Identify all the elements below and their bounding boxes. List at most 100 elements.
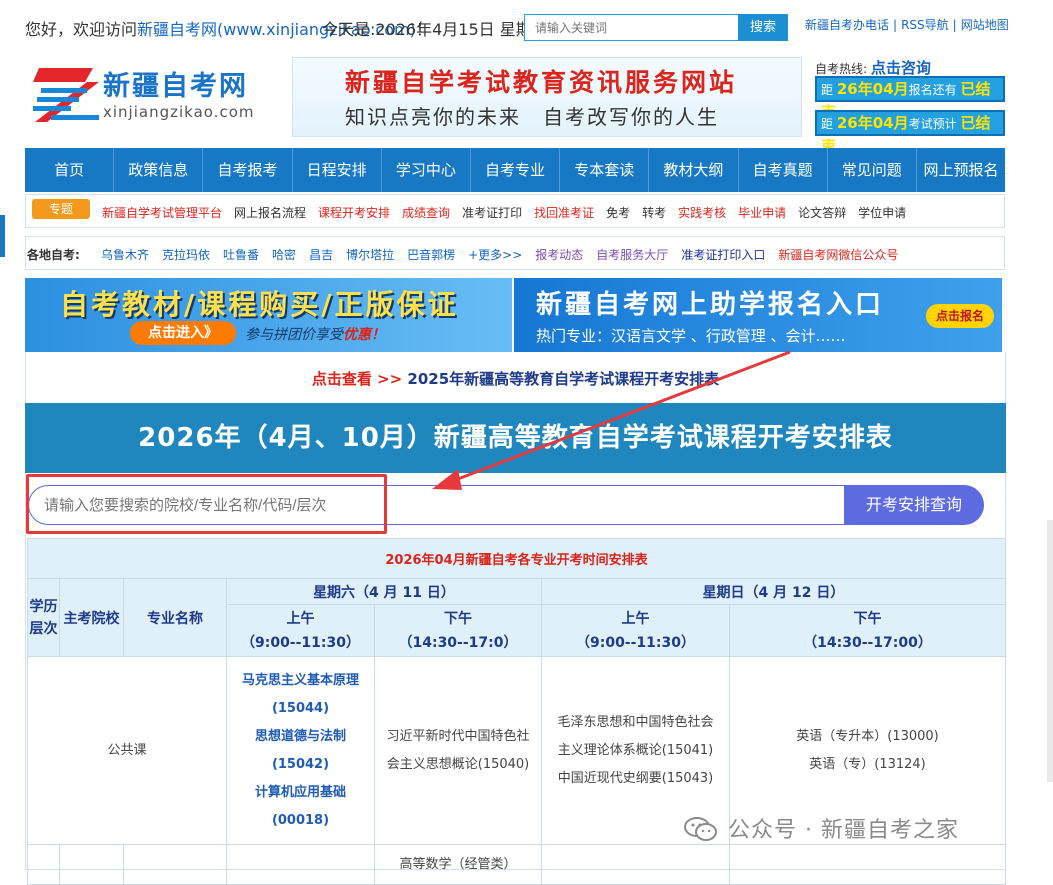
special-link[interactable]: 网上报名流程 xyxy=(234,206,306,220)
region-link[interactable]: 巴音郭楞 xyxy=(407,248,455,262)
d2-pm-header: 下午 （14:30--17:00） xyxy=(729,604,1006,657)
col-level: 学历层次 xyxy=(27,578,60,657)
search-button[interactable]: 搜索 xyxy=(738,14,788,41)
d2-pm-cell xyxy=(729,844,1006,885)
region-link[interactable]: 昌吉 xyxy=(309,248,333,262)
special-link[interactable]: 找回准考证 xyxy=(534,206,594,220)
d1-pm-cell: 习近平新时代中国特色社 会主义思想概论(15040) xyxy=(374,656,542,845)
am-label: 上午 xyxy=(621,610,650,627)
special-tag: 专题 xyxy=(32,199,90,219)
day1-header: 星期六（4 月 11 日） xyxy=(226,578,542,605)
pm-label: 下午 xyxy=(444,610,472,627)
cd-prefix: 距 xyxy=(821,83,834,97)
region-link[interactable]: 博尔塔拉 xyxy=(346,248,394,262)
region-link[interactable]: 哈密 xyxy=(272,248,296,262)
search-input[interactable] xyxy=(524,14,739,41)
special-link[interactable]: 免考 xyxy=(606,206,630,220)
link-text[interactable]: 2025年新疆高等教育自学考试课程开考安排表 xyxy=(402,370,719,388)
region-link[interactable]: +更多>> xyxy=(468,248,522,262)
nav-preregister[interactable]: 网上预报名 xyxy=(917,148,1005,192)
welcome-prefix: 您好，欢迎访问 xyxy=(25,20,138,39)
special-link[interactable]: 论文答辩 xyxy=(798,206,846,220)
table-caption: 2026年04月新疆自考各专业开考时间安排表 xyxy=(27,538,1006,579)
watermark: 公众号 · 新疆自考之家 xyxy=(728,818,959,843)
phone-link[interactable]: 新疆自考办电话 xyxy=(805,18,889,32)
region-link[interactable]: 新疆自考网微信公众号 xyxy=(778,248,898,262)
pm-label: 下午 xyxy=(853,610,882,627)
enroll-button[interactable]: 点击报名 xyxy=(926,304,994,328)
special-link[interactable]: 新疆自学考试管理平台 xyxy=(102,206,222,220)
region-link[interactable]: 吐鲁番 xyxy=(223,248,259,262)
course: 英语（专）(13124) xyxy=(809,756,926,772)
course: 中国近现代史纲要(15043) xyxy=(557,770,714,786)
date-text: 今天是:2026年4月15日 星期三 xyxy=(322,20,548,39)
region-link[interactable]: 准考证打印入口 xyxy=(681,248,765,262)
special-link[interactable]: 准考证打印 xyxy=(462,206,522,220)
course-code: (15042) xyxy=(271,756,330,772)
regions-links: 乌鲁木齐 克拉玛依 吐鲁番 哈密 昌吉 博尔塔拉 巴音郭楞 +更多>> 报考动态 自考服务大厅 准考… xyxy=(101,246,911,263)
link-2025-schedule[interactable]: 点击查看 >> 2025年新疆高等教育自学考试课程开考安排表 xyxy=(25,368,1006,389)
pm-time: （14:30--17:0） xyxy=(398,634,518,651)
nav-register[interactable]: 自考报考 xyxy=(203,148,293,192)
sitemap-link[interactable]: 网站地图 xyxy=(961,18,1009,32)
schedule-query-button[interactable]: 开考安排查询 xyxy=(844,485,984,525)
nav-home[interactable]: 首页 xyxy=(25,148,115,192)
logo-subtitle: xinjiangzikao.com xyxy=(103,103,255,121)
nav-combined[interactable]: 专本套读 xyxy=(560,148,650,192)
nav-majors[interactable]: 自考专业 xyxy=(471,148,561,192)
special-link[interactable]: 实践考核 xyxy=(678,206,726,220)
major-cell xyxy=(123,844,227,885)
special-link[interactable]: 转考 xyxy=(642,206,666,220)
rss-link[interactable]: RSS导航 xyxy=(901,18,949,32)
region-link[interactable]: 报考动态 xyxy=(535,248,583,262)
nav-textbooks[interactable]: 教材大纲 xyxy=(649,148,739,192)
d2-am-cell xyxy=(541,844,730,885)
hotline-label: 自考热线: xyxy=(815,62,868,76)
course: 马克思主义基本原理 xyxy=(241,672,359,688)
d1-pm-cell: 高等数学（经管类） xyxy=(374,844,542,885)
cd-prefix: 距 xyxy=(821,117,834,131)
nav-schedule[interactable]: 日程安排 xyxy=(293,148,382,192)
nav-learning[interactable]: 学习中心 xyxy=(382,148,471,192)
region-link[interactable]: 自考服务大厅 xyxy=(596,248,668,262)
logo-title[interactable]: 新疆自考网 xyxy=(103,64,248,103)
main-nav: 首页 政策信息 自考报考 日程安排 学习中心 自考专业 专本套读 教材大纲 自考… xyxy=(25,148,1005,192)
textbook-ad-title: 自考教材/课程购买/正版保证 xyxy=(60,288,459,321)
d1-am-header: 上午 （9:00--11:30） xyxy=(226,604,375,657)
course: 习近平新时代中国特色社 xyxy=(386,728,530,744)
cd-date: 26年04月 xyxy=(836,114,909,132)
special-link[interactable]: 学位申请 xyxy=(858,206,906,220)
special-link[interactable]: 成绩查询 xyxy=(402,206,450,220)
region-link[interactable]: 克拉玛依 xyxy=(162,248,210,262)
nav-past-papers[interactable]: 自考真题 xyxy=(739,148,828,192)
cd-mid: 报名还有 xyxy=(908,83,957,97)
major-cell: 公共课 xyxy=(27,656,227,845)
side-tab[interactable] xyxy=(0,215,5,257)
nav-policy[interactable]: 政策信息 xyxy=(114,148,204,192)
wechat-icon xyxy=(684,817,717,841)
special-link[interactable]: 毕业申请 xyxy=(738,206,786,220)
course: 会主义思想概论(15040) xyxy=(386,756,530,772)
course: 思想道德与法制 xyxy=(254,728,346,744)
textbook-ad-enter-button[interactable]: 点击进入》 xyxy=(130,321,236,345)
top-links: 新疆自考办电话 | RSS导航 | 网站地图 xyxy=(803,16,1011,33)
logo-icon[interactable] xyxy=(33,64,103,126)
separator: | xyxy=(893,18,898,32)
countdown-registration: 距 26年04月报名还有 已结束 xyxy=(815,76,1005,121)
day2-header: 星期日（4 月 12 日） xyxy=(541,578,1006,605)
consult-link[interactable]: 点击咨询 xyxy=(871,59,931,77)
separator: | xyxy=(952,18,957,32)
level-cell xyxy=(27,844,60,885)
cd-date: 26年04月 xyxy=(836,80,909,98)
nav-faq[interactable]: 常见问题 xyxy=(828,148,917,192)
course-code: (15044) xyxy=(271,700,330,716)
col-major: 专业名称 xyxy=(123,578,227,657)
special-link[interactable]: 课程开考安排 xyxy=(318,206,390,220)
hotline: 自考热线: 点击咨询 xyxy=(815,57,931,78)
region-link[interactable]: 乌鲁木齐 xyxy=(101,248,149,262)
textbook-ad-subtitle: 参与拼团价享受优惠！ xyxy=(245,324,385,344)
d1-pm-header: 下午 （14:30--17:0） xyxy=(374,604,542,657)
scrollbar[interactable] xyxy=(1047,520,1053,782)
am-label: 上午 xyxy=(286,610,315,627)
countdown-exam: 距 26年04月考试预计 已结束 xyxy=(815,110,1005,155)
